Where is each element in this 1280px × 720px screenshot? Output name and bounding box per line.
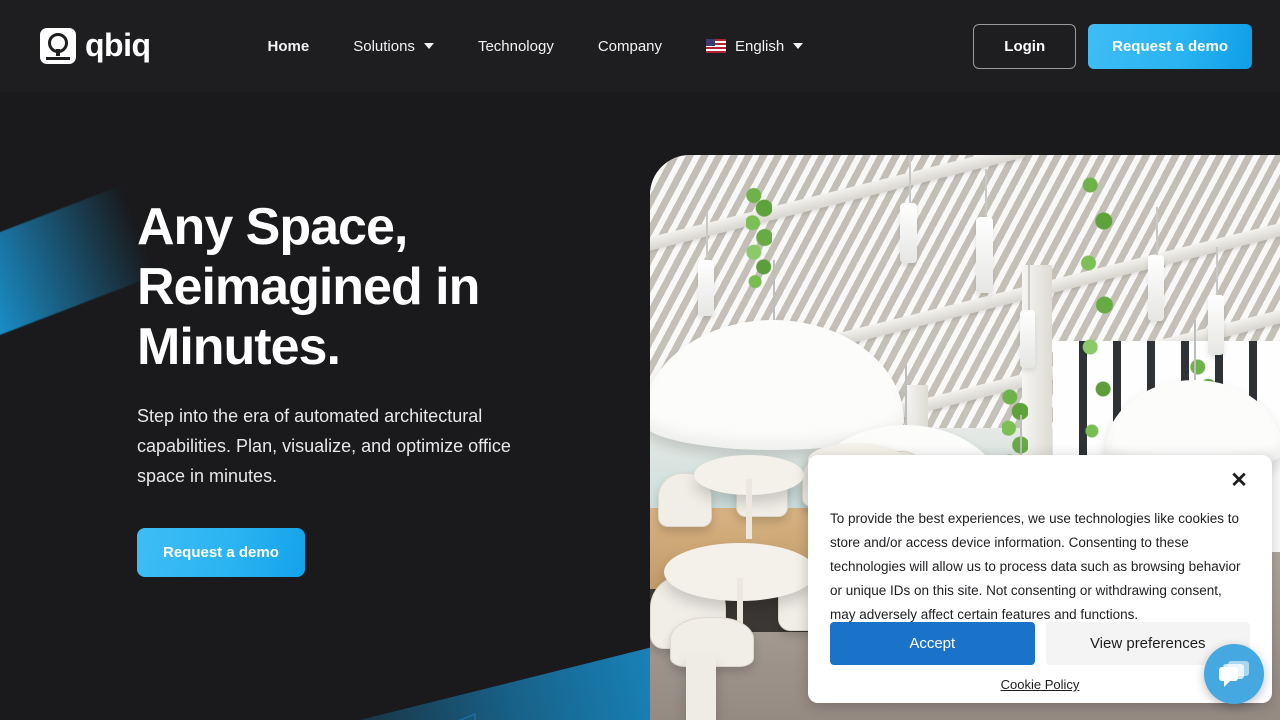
logo-wordmark: qbiq [85,26,151,63]
site-header: qbiq Home Solutions Technology Company E… [0,0,1280,92]
chat-widget-button[interactable] [1204,644,1264,704]
header-actions: Login Request a demo [973,23,1252,69]
page-title: Any Space, Reimagined in Minutes. [137,197,597,377]
hero-copy: Any Space, Reimagined in Minutes. Step i… [137,197,597,577]
chat-bubble-icon [1219,661,1249,687]
close-icon[interactable]: ✕ [1226,467,1252,493]
decorative-blue-band-left [0,185,156,405]
accept-button[interactable]: Accept [830,622,1035,665]
nav-label-company: Company [597,37,663,55]
cookie-policy-link[interactable]: Cookie Policy [808,677,1272,692]
cookie-actions: Accept View preferences [830,622,1250,665]
request-demo-button-hero[interactable]: Request a demo [137,528,305,577]
headline-line-2: Reimagined in [137,258,480,316]
chevron-down-icon [423,43,434,49]
cookie-consent-text: To provide the best experiences, we use … [830,511,1241,622]
nav-label-technology: Technology [477,37,554,55]
headline-line-3: Minutes. [137,318,341,376]
nav-label-home: Home [267,37,310,55]
chevron-down-icon [793,43,804,49]
nav-item-company[interactable]: Company [576,30,684,63]
us-flag-icon [706,39,727,53]
nav-label-solutions: Solutions [353,37,415,55]
nav-item-home[interactable]: Home [246,30,332,63]
language-selector[interactable]: English [684,30,825,63]
request-demo-button-header[interactable]: Request a demo [1088,23,1252,69]
nav-item-technology[interactable]: Technology [456,30,576,63]
headline-line-1: Any Space, [137,198,408,256]
nav-item-solutions[interactable]: Solutions [331,30,456,63]
page-root: qbiq Home Solutions Technology Company E… [0,0,1280,720]
decorative-floorplan-line [458,712,476,720]
logo[interactable]: qbiq [40,28,151,64]
main-nav: Home Solutions Technology Company Englis… [246,30,826,63]
login-button[interactable]: Login [973,23,1077,69]
language-label: English [735,37,785,55]
hero-subhead: Step into the era of automated architect… [137,406,511,486]
cookie-consent-dialog: ✕ To provide the best experiences, we us… [808,455,1272,703]
qbiq-logo-icon [40,28,76,64]
